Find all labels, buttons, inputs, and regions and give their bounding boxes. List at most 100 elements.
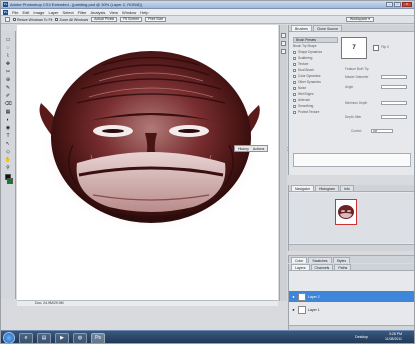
- feature-both-tip-label: Feature Both Tip: [345, 67, 369, 71]
- menu-edit[interactable]: Edit: [22, 10, 29, 15]
- shape-tool-icon[interactable]: ◇: [3, 148, 14, 155]
- navigator-zoom-slider[interactable]: [289, 244, 414, 251]
- minimize-button[interactable]: –: [386, 2, 393, 7]
- protect-texture-item[interactable]: Protect Texture: [293, 109, 338, 115]
- history-actions-panel[interactable]: History Actions: [234, 145, 347, 152]
- checkbox-icon[interactable]: [293, 92, 296, 96]
- path-selection-tool-icon[interactable]: ↖: [3, 140, 14, 147]
- ie-taskbar-icon[interactable]: e: [19, 332, 33, 343]
- layer-row[interactable]: ● Layer 1: [289, 304, 414, 315]
- checkbox-icon[interactable]: [293, 86, 296, 90]
- close-button[interactable]: X: [402, 2, 412, 7]
- dodge-tool-icon[interactable]: ◐: [3, 116, 14, 123]
- navigator-panel: Navigator Histogram Info: [288, 185, 414, 251]
- checkbox-icon[interactable]: [293, 56, 296, 60]
- checkbox-icon[interactable]: [293, 110, 296, 114]
- workspace-dropdown[interactable]: Workspace ▾: [345, 17, 374, 22]
- clone-source-panel-icon[interactable]: [281, 41, 286, 46]
- gradient-tool-icon[interactable]: ▦: [3, 108, 14, 115]
- menu-filter[interactable]: Filter: [78, 10, 87, 15]
- desktop-toolbar-label[interactable]: Desktop: [355, 335, 368, 339]
- type-tool-icon[interactable]: T: [3, 132, 14, 139]
- checkbox-icon[interactable]: [293, 62, 296, 66]
- eye-icon[interactable]: ●: [291, 307, 296, 312]
- checkbox-icon[interactable]: [293, 50, 296, 54]
- minimum-depth-field[interactable]: [381, 101, 407, 105]
- media-player-taskbar-icon[interactable]: ▶: [55, 332, 69, 343]
- checkbox-icon[interactable]: [293, 68, 296, 72]
- menu-select[interactable]: Select: [63, 10, 74, 15]
- healing-tool-icon[interactable]: ⊕: [3, 76, 14, 83]
- brush-tool-icon[interactable]: ✎: [3, 84, 14, 91]
- magic-wand-tool-icon[interactable]: ⌇: [3, 52, 14, 59]
- menu-help[interactable]: Help: [140, 10, 148, 15]
- zoom-tool-icon[interactable]: ⚲: [3, 164, 14, 171]
- photoshop-taskbar-icon[interactable]: Ps: [91, 332, 105, 343]
- maximize-button[interactable]: □: [394, 2, 401, 7]
- angle-label: Angle: [345, 85, 354, 89]
- tab-styles[interactable]: Styles: [332, 257, 351, 263]
- move-tool-icon[interactable]: ✥: [3, 60, 14, 67]
- color-panel: Color Swatches Styles: [288, 255, 414, 263]
- tab-channels[interactable]: Channels: [310, 264, 334, 270]
- hand-tool-icon[interactable]: ✋: [3, 156, 14, 163]
- zoom-tool-icon[interactable]: [5, 17, 10, 22]
- tab-paths[interactable]: Paths: [334, 264, 352, 270]
- zoom-all-checkbox[interactable]: Zoom All Windows: [55, 18, 88, 22]
- print-size-button[interactable]: Print Size: [145, 17, 167, 22]
- lasso-tool-icon[interactable]: ◌: [3, 44, 14, 51]
- tab-histogram[interactable]: Histogram: [314, 185, 339, 191]
- wet-edges-label: Wet Edges: [298, 92, 314, 96]
- brush-preset-thumbnail[interactable]: 7: [341, 37, 367, 59]
- resize-windows-checkbox[interactable]: Resize Windows To Fit: [13, 18, 52, 22]
- depth-jitter-field[interactable]: [381, 115, 407, 119]
- fit-screen-button[interactable]: Fit Screen: [120, 17, 143, 22]
- eraser-tool-icon[interactable]: ⌫: [3, 100, 14, 107]
- tab-actions[interactable]: Actions: [253, 147, 264, 151]
- checkbox-icon[interactable]: [293, 80, 296, 84]
- menu-analysis[interactable]: Analysis: [91, 10, 106, 15]
- brushes-panel-icon[interactable]: [281, 33, 286, 38]
- checkbox-icon[interactable]: [293, 74, 296, 78]
- menu-window[interactable]: Window: [122, 10, 136, 15]
- layer-thumbnail: [298, 292, 306, 301]
- control-dropdown[interactable]: Off: [371, 129, 393, 133]
- navigator-preview-area: [289, 193, 414, 243]
- actual-pixels-button[interactable]: Actual Pixels: [91, 17, 118, 22]
- tab-brushes[interactable]: Brushes: [291, 25, 312, 31]
- tool-presets-panel-icon[interactable]: [281, 49, 286, 54]
- menu-layer[interactable]: Layer: [48, 10, 58, 15]
- panel-icon-strip: [279, 25, 287, 301]
- painting-artwork: [33, 45, 265, 235]
- checkbox-icon[interactable]: [293, 98, 296, 102]
- layer-row[interactable]: ● Layer 2: [289, 291, 414, 302]
- clone-stamp-tool-icon[interactable]: ✐: [3, 92, 14, 99]
- tab-clone-source[interactable]: Clone Source: [312, 25, 343, 31]
- layers-panel: Layers Channels Paths ● Layer 2 ● Layer …: [288, 264, 414, 330]
- tab-navigator[interactable]: Navigator: [291, 185, 314, 191]
- tab-color[interactable]: Color: [291, 257, 308, 263]
- navigator-panel-tabs: Navigator Histogram Info: [289, 185, 414, 192]
- explorer-taskbar-icon[interactable]: ▤: [37, 332, 51, 343]
- eye-icon[interactable]: ●: [291, 294, 296, 299]
- start-button[interactable]: [3, 332, 15, 343]
- scattering-label: Scattering: [298, 56, 313, 60]
- document-canvas[interactable]: [17, 25, 278, 300]
- menu-view[interactable]: View: [109, 10, 118, 15]
- marquee-tool-icon[interactable]: ▭: [3, 36, 14, 43]
- background-color-swatch[interactable]: [7, 178, 13, 184]
- browser-taskbar-icon[interactable]: ◍: [73, 332, 87, 343]
- tab-history[interactable]: History: [238, 147, 249, 151]
- tab-swatches[interactable]: Swatches: [308, 257, 332, 263]
- tab-layers[interactable]: Layers: [291, 264, 310, 270]
- navigator-thumbnail[interactable]: [335, 199, 357, 225]
- system-clock[interactable]: 3:28 PM 11/08/2011: [385, 332, 402, 342]
- master-diameter-field[interactable]: [381, 75, 407, 79]
- blur-tool-icon[interactable]: ◉: [3, 124, 14, 131]
- menu-file[interactable]: File: [12, 10, 18, 15]
- checkbox-icon[interactable]: [293, 104, 296, 108]
- menu-image[interactable]: Image: [33, 10, 44, 15]
- tab-info[interactable]: Info: [339, 185, 354, 191]
- angle-field[interactable]: [381, 85, 407, 89]
- crop-tool-icon[interactable]: ✂: [3, 68, 14, 75]
